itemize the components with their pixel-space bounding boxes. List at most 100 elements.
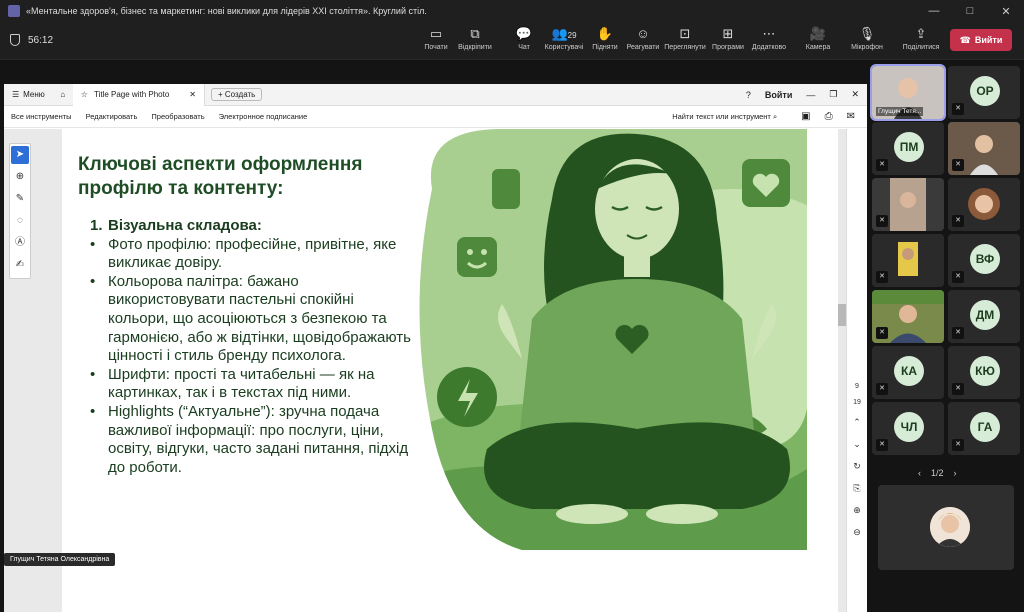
participant-tile[interactable]: ✕: [872, 234, 944, 287]
participant-tile[interactable]: ОР ✕: [948, 66, 1020, 119]
react-button[interactable]: ☺ Реагувати: [621, 26, 665, 51]
mic-off-icon: ✕: [876, 215, 888, 227]
unpin-button[interactable]: ⧉ Відкріпити: [453, 26, 497, 51]
page-indicator: 1/2: [931, 468, 944, 478]
prev-page-button[interactable]: ‹: [918, 468, 921, 478]
rotate-icon[interactable]: ↻: [847, 455, 867, 477]
page-up-icon[interactable]: ⌃: [847, 411, 867, 433]
select-cursor-icon[interactable]: ➤: [11, 146, 29, 164]
pdf-menu-button[interactable]: ☰ Меню: [4, 90, 53, 99]
zoom-in-icon[interactable]: ⊕: [847, 499, 867, 521]
apps-button[interactable]: ⊞ Програми: [706, 26, 750, 51]
avatar: ГА: [970, 412, 1000, 442]
edit-menu[interactable]: Редактировать: [86, 112, 138, 121]
avatar: ОР: [970, 76, 1000, 106]
participant-tile[interactable]: ДМ ✕: [948, 290, 1020, 343]
participant-tile[interactable]: ВФ ✕: [948, 234, 1020, 287]
page-down-icon[interactable]: ⌄: [847, 433, 867, 455]
close-window-button[interactable]: ✕: [988, 5, 1024, 18]
current-page-number[interactable]: 9: [847, 379, 867, 395]
pdf-document-area: ➤ ⊕ ✎ ◌ Ⓐ ✍ Ключові аспекти оформлення п…: [4, 129, 867, 612]
list-item: 1. Візуальна складова:: [90, 217, 262, 234]
mic-off-icon: ✕: [876, 327, 888, 339]
pdf-viewer-window: ☰ Меню ⌂ ☆ Title Page with Photo ✕ + Соз…: [4, 83, 867, 612]
avatar: ВФ: [970, 244, 1000, 274]
share-icon: ⇪: [915, 26, 927, 41]
list-item: • Фото профілю: професійне, привітне, яке…: [90, 235, 397, 272]
close-pdf-icon[interactable]: ✕: [851, 89, 859, 100]
pdf-scrollbar[interactable]: [838, 129, 846, 612]
participant-tile[interactable]: ГА ✕: [948, 402, 1020, 455]
sign-icon[interactable]: ✍: [10, 254, 30, 276]
share-button[interactable]: ⇪ Поділитися: [899, 26, 943, 51]
new-tab-button[interactable]: + Создать: [210, 88, 263, 101]
participant-tile[interactable]: ✕: [872, 178, 944, 231]
list-item: • Шрифти: прості та читабельні — як на ка…: [90, 365, 375, 402]
restore-pdf-icon[interactable]: ❐: [829, 89, 837, 100]
print-icon[interactable]: ⎙: [825, 111, 833, 122]
microphone-button[interactable]: 🎙 Мікрофон: [845, 26, 889, 51]
start-recording-button[interactable]: ▭ Почати: [414, 26, 458, 51]
avatar: КА: [894, 356, 924, 386]
text-box-icon[interactable]: Ⓐ: [10, 232, 30, 254]
window-titlebar: «Ментальне здоров'я, бізнес та маркетинг…: [0, 0, 1024, 22]
next-page-button[interactable]: ›: [954, 468, 957, 478]
participant-tile[interactable]: КЮ ✕: [948, 346, 1020, 399]
close-tab-icon[interactable]: ✕: [189, 90, 196, 99]
minimize-pdf-icon[interactable]: —: [806, 90, 815, 100]
avatar: ЧЛ: [894, 412, 924, 442]
scrollbar-thumb[interactable]: [838, 304, 846, 326]
mic-off-icon: ✕: [876, 383, 888, 395]
list-item: • Кольорова палітра: бажано використовува…: [90, 272, 411, 365]
view-icon: ⊡: [679, 26, 691, 41]
save-icon[interactable]: ▣: [801, 111, 810, 122]
participant-tile[interactable]: КА ✕: [872, 346, 944, 399]
lasso-icon[interactable]: ◌: [10, 210, 30, 232]
mic-off-icon: ✕: [952, 439, 964, 451]
zoom-out-icon[interactable]: ⊖: [847, 521, 867, 543]
convert-menu[interactable]: Преобразовать: [151, 112, 204, 121]
shield-icon: [10, 34, 20, 46]
participant-tile[interactable]: ПМ ✕: [872, 122, 944, 175]
shared-screen: ☰ Меню ⌂ ☆ Title Page with Photo ✕ + Соз…: [0, 60, 868, 612]
presenter-name-tag: Глущич Тетяна Олександрівна: [4, 553, 116, 566]
all-tools-menu[interactable]: Все инструменты: [11, 112, 72, 121]
total-pages: 19: [853, 399, 861, 406]
sign-in-button[interactable]: Войти: [765, 90, 792, 100]
mic-off-icon: 🎙: [858, 26, 876, 41]
phone-hangup-icon: ☎: [959, 34, 971, 45]
esign-menu[interactable]: Электронное подписание: [219, 112, 308, 121]
mail-icon[interactable]: ✉: [847, 111, 855, 122]
home-icon[interactable]: ⌂: [53, 90, 73, 99]
participant-tile[interactable]: ✕: [948, 122, 1020, 175]
page-info-icon[interactable]: ⎘: [847, 477, 867, 499]
mic-off-icon: ✕: [876, 439, 888, 451]
teams-logo-icon: [8, 5, 20, 17]
star-icon[interactable]: ☆: [81, 90, 88, 99]
participant-tile[interactable]: Глущич Тетя...: [870, 64, 946, 121]
self-view[interactable]: [878, 485, 1014, 570]
chat-button[interactable]: 💬 Чат: [502, 26, 546, 51]
maximize-button[interactable]: □: [952, 5, 988, 17]
pdf-search[interactable]: Найти текст или инструмент ⌕: [672, 112, 777, 122]
view-button[interactable]: ⊡ Переглянути: [663, 26, 707, 51]
camera-button[interactable]: 🎥 Камера: [796, 26, 840, 51]
list-item: • Highlights (“Актуальне”): зручна подача…: [90, 402, 409, 476]
more-button[interactable]: ⋯ Додатково: [747, 26, 791, 51]
document-tab[interactable]: ☆ Title Page with Photo ✕: [72, 83, 205, 106]
participant-tile[interactable]: ✕: [872, 290, 944, 343]
people-icon: 👥: [551, 26, 568, 41]
participant-tile[interactable]: ЧЛ ✕: [872, 402, 944, 455]
mic-off-icon: ✕: [952, 103, 964, 115]
participant-tile[interactable]: ✕: [948, 178, 1020, 231]
people-button[interactable]: 👥29 Користувачі: [542, 26, 586, 51]
help-icon[interactable]: ?: [746, 90, 751, 100]
pen-icon[interactable]: ✎: [10, 188, 30, 210]
comment-icon[interactable]: ⊕: [10, 166, 30, 188]
apps-icon: ⊞: [722, 26, 734, 41]
leave-button[interactable]: ☎ Вийти: [950, 29, 1012, 51]
participant-name: Глущич Тетя...: [876, 107, 924, 116]
avatar: КЮ: [970, 356, 1000, 386]
minimize-button[interactable]: —: [916, 5, 952, 17]
timer-text: 56:12: [28, 34, 54, 46]
